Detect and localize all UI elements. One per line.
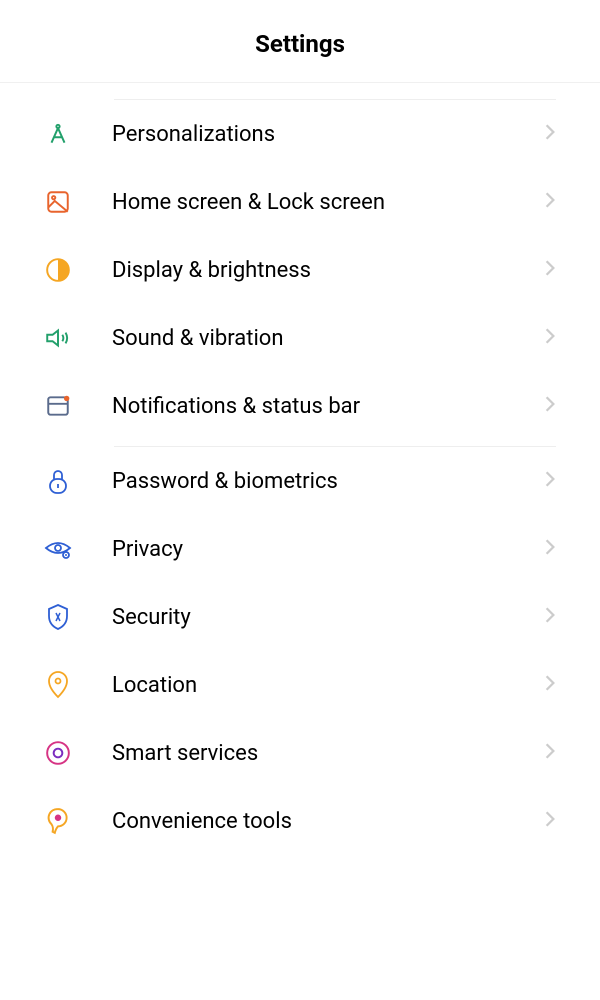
privacy-icon [44,535,72,563]
compass-icon [44,120,72,148]
item-label: Home screen & Lock screen [112,190,544,215]
convenience-icon [44,807,72,835]
item-label: Sound & vibration [112,326,544,351]
chevron-right-icon [544,606,556,628]
item-security[interactable]: Security [44,583,556,651]
item-home-lock[interactable]: Home screen & Lock screen [44,168,556,236]
item-privacy[interactable]: Privacy [44,515,556,583]
item-label: Smart services [112,741,544,766]
item-label: Privacy [112,537,544,562]
chevron-right-icon [544,259,556,281]
item-location[interactable]: Location [44,651,556,719]
chevron-right-icon [544,327,556,349]
smart-services-icon [44,739,72,767]
chevron-right-icon [544,742,556,764]
notification-icon [44,392,72,420]
page-title: Settings [0,30,600,58]
chevron-right-icon [544,470,556,492]
item-label: Notifications & status bar [112,394,544,419]
item-smart-services[interactable]: Smart services [44,719,556,787]
item-label: Location [112,673,544,698]
chevron-right-icon [544,674,556,696]
chevron-right-icon [544,538,556,560]
item-display[interactable]: Display & brightness [44,236,556,304]
chevron-right-icon [544,810,556,832]
item-label: Personalizations [112,122,544,147]
item-label: Password & biometrics [112,469,544,494]
item-label: Security [112,605,544,630]
item-personalizations[interactable]: Personalizations [44,100,556,168]
brightness-icon [44,256,72,284]
lock-icon [44,467,72,495]
settings-group: Password & biometrics Privacy [44,447,556,855]
header: Settings [0,0,600,83]
item-sound[interactable]: Sound & vibration [44,304,556,372]
settings-group: Personalizations Home screen & Lock scre… [44,83,556,447]
item-convenience[interactable]: Convenience tools [44,787,556,855]
location-icon [44,671,72,699]
settings-list: Personalizations Home screen & Lock scre… [0,83,600,855]
chevron-right-icon [544,395,556,417]
item-password[interactable]: Password & biometrics [44,447,556,515]
security-icon [44,603,72,631]
home-lock-icon [44,188,72,216]
item-label: Display & brightness [112,258,544,283]
sound-icon [44,324,72,352]
item-notifications[interactable]: Notifications & status bar [44,372,556,440]
item-label: Convenience tools [112,809,544,834]
chevron-right-icon [544,123,556,145]
chevron-right-icon [544,191,556,213]
